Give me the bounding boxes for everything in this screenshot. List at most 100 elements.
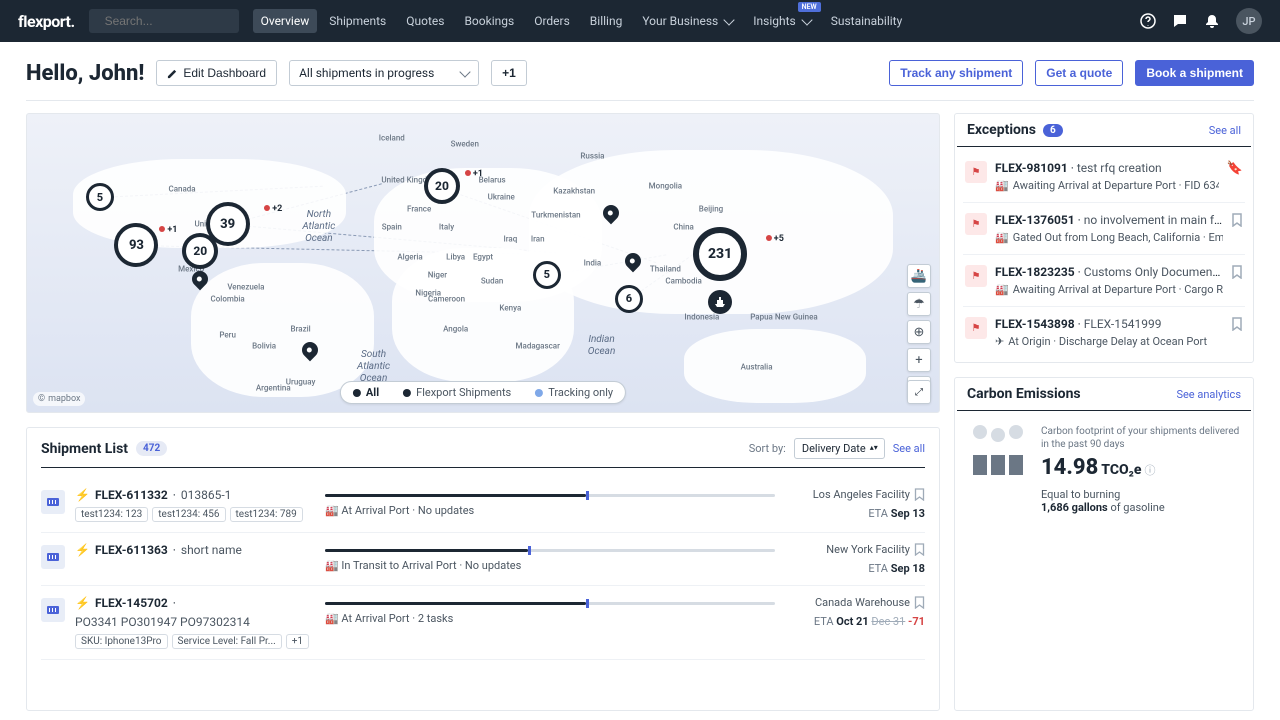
map-globe-icon[interactable]: ⊕	[907, 320, 931, 344]
bookmark-icon[interactable]: 🔖	[1227, 161, 1243, 192]
sort-select[interactable]: Delivery Date ▴▾	[794, 438, 885, 459]
exception-row[interactable]: ⚑FLEX-981091 · test rfq creation🏭 Awaiti…	[963, 151, 1245, 203]
map-cluster[interactable]: 20	[424, 168, 460, 204]
carbon-see-analytics-link[interactable]: See analytics	[1176, 388, 1241, 401]
country-label: Egypt	[473, 253, 493, 262]
book-shipment-button[interactable]: Book a shipment	[1135, 60, 1254, 86]
country-label: Colombia	[211, 294, 245, 303]
map-badge: +5	[766, 234, 784, 244]
shipment-row[interactable]: ⚡ FLEX-611363 · short name🏭 In Transit t…	[41, 533, 925, 586]
exception-row[interactable]: ⚑FLEX-1543898 · FLEX-1541999✈ At Origin …	[963, 307, 1245, 358]
progress-bar	[325, 549, 775, 552]
nav-item-bookings[interactable]: Bookings	[456, 9, 522, 33]
country-label: Algeria	[397, 253, 422, 262]
country-label: France	[407, 205, 431, 214]
country-label: Brazil	[291, 324, 311, 333]
map-ship-icon[interactable]	[708, 290, 732, 314]
nav-item-your-business[interactable]: Your Business	[634, 9, 741, 33]
shipment-filter-select[interactable]: All shipments in progress	[289, 60, 479, 86]
bookmark-icon[interactable]	[1231, 213, 1243, 244]
country-label: Mongolia	[649, 181, 682, 190]
help-icon[interactable]	[1140, 13, 1156, 29]
nav-item-insights[interactable]: InsightsNEW	[745, 9, 818, 33]
bell-icon[interactable]	[1204, 13, 1220, 29]
carbon-value: 14.98 TCO₂e ⓘ	[1041, 455, 1241, 480]
destination: Los Angeles Facility	[785, 488, 925, 501]
map-expand-icon[interactable]: ⤢	[907, 380, 931, 404]
chat-icon[interactable]	[1172, 13, 1188, 29]
country-label: Italy	[439, 223, 454, 232]
exceptions-see-all-link[interactable]: See all	[1209, 124, 1241, 137]
legend-item[interactable]: Flexport Shipments	[391, 382, 523, 403]
tag: +1	[286, 634, 309, 649]
carbon-title: Carbon Emissions	[967, 386, 1081, 402]
map-layer-ship-icon[interactable]: 🚢	[907, 264, 931, 288]
shipment-row[interactable]: ⚡ FLEX-145702 · PO3341 PO301947 PO973023…	[41, 586, 925, 660]
nav-item-overview[interactable]: Overview	[253, 9, 318, 33]
shipment-list-header: Shipment List 472 Sort by: Delivery Date…	[41, 438, 925, 468]
sort-label: Sort by:	[749, 442, 786, 455]
add-widget-button[interactable]: +1	[491, 60, 527, 86]
country-label: Russia	[580, 151, 604, 160]
country-label: Madagascar	[516, 342, 560, 351]
country-label: Thailand	[650, 264, 681, 273]
map-badge: +1	[159, 225, 177, 235]
shipments-see-all-link[interactable]: See all	[893, 442, 925, 455]
carbon-equal-label: Equal to burning	[1041, 488, 1241, 501]
progress-bar	[325, 602, 775, 605]
sort-value: Delivery Date	[802, 442, 866, 455]
nav-item-orders[interactable]: Orders	[526, 9, 578, 33]
exception-flag-icon: ⚑	[965, 265, 987, 287]
nav-item-sustainability[interactable]: Sustainability	[823, 9, 911, 33]
page-header: Hello, John! Edit Dashboard All shipment…	[26, 60, 1254, 101]
shipment-list-title: Shipment List	[41, 441, 128, 457]
search-input[interactable]	[105, 14, 260, 28]
get-quote-button[interactable]: Get a quote	[1035, 60, 1123, 86]
country-label: Kazakhstan	[553, 187, 595, 196]
exception-row[interactable]: ⚑FLEX-1823235 · Customs Only Document Te…	[963, 255, 1245, 307]
exceptions-panel: Exceptions 6 See all ⚑FLEX-981091 · test…	[954, 113, 1254, 363]
carbon-panel: Carbon Emissions See analytics	[954, 377, 1254, 711]
legend-item[interactable]: Tracking only	[523, 382, 625, 403]
map-cluster[interactable]: 5	[86, 183, 114, 211]
destination: Canada Warehouse	[785, 596, 925, 609]
map-cluster[interactable]: 5	[533, 261, 561, 289]
nav-item-shipments[interactable]: Shipments	[321, 9, 394, 33]
map-cluster[interactable]: 93	[114, 223, 158, 267]
shipment-row[interactable]: ⚡ FLEX-611332 · 013865-1test1234: 123tes…	[41, 478, 925, 533]
tag: Service Level: Fall Pr...	[172, 634, 282, 649]
map-cluster[interactable]: 6	[615, 285, 643, 313]
exceptions-count-badge: 6	[1043, 124, 1063, 137]
country-label: Iraq	[503, 235, 517, 244]
map-badge: +2	[264, 204, 282, 214]
eta: ETA Sep 13	[785, 507, 925, 520]
edit-dashboard-label: Edit Dashboard	[183, 66, 266, 80]
progress-bar	[325, 494, 775, 497]
country-label: China	[673, 223, 693, 232]
search-box[interactable]	[89, 9, 239, 33]
country-label: Iran	[531, 235, 545, 244]
tag: SKU: Iphone13Pro	[75, 634, 168, 649]
top-icons: JP	[1140, 8, 1262, 34]
shipment-filter-label: All shipments in progress	[299, 66, 434, 80]
map-layer-weather-icon[interactable]: ☂	[907, 292, 931, 316]
map-badge: +1	[465, 169, 483, 179]
country-label: Sudan	[481, 276, 504, 285]
map-zoom-in-icon[interactable]: +	[907, 348, 931, 372]
nav-item-billing[interactable]: Billing	[582, 9, 631, 33]
country-label: Angola	[443, 324, 468, 333]
exceptions-title: Exceptions 6	[967, 122, 1063, 138]
country-label: Sweden	[451, 139, 479, 148]
country-label: Papua New Guinea	[750, 312, 818, 321]
eta: ETA Sep 18	[785, 562, 925, 575]
nav-item-quotes[interactable]: Quotes	[398, 9, 452, 33]
track-shipment-button[interactable]: Track any shipment	[889, 60, 1023, 86]
edit-dashboard-button[interactable]: Edit Dashboard	[156, 60, 277, 86]
map-cluster[interactable]: 39	[206, 202, 250, 246]
avatar[interactable]: JP	[1236, 8, 1262, 34]
bookmark-icon[interactable]	[1231, 265, 1243, 296]
map-cluster[interactable]: 231	[693, 227, 747, 281]
bookmark-icon[interactable]	[1231, 317, 1243, 348]
exception-row[interactable]: ⚑FLEX-1376051 · no involvement in main f…	[963, 203, 1245, 255]
world-map[interactable]: © mapbox 🚢 ☂ ⊕ + − AllFlexport Shipments…	[26, 113, 940, 413]
